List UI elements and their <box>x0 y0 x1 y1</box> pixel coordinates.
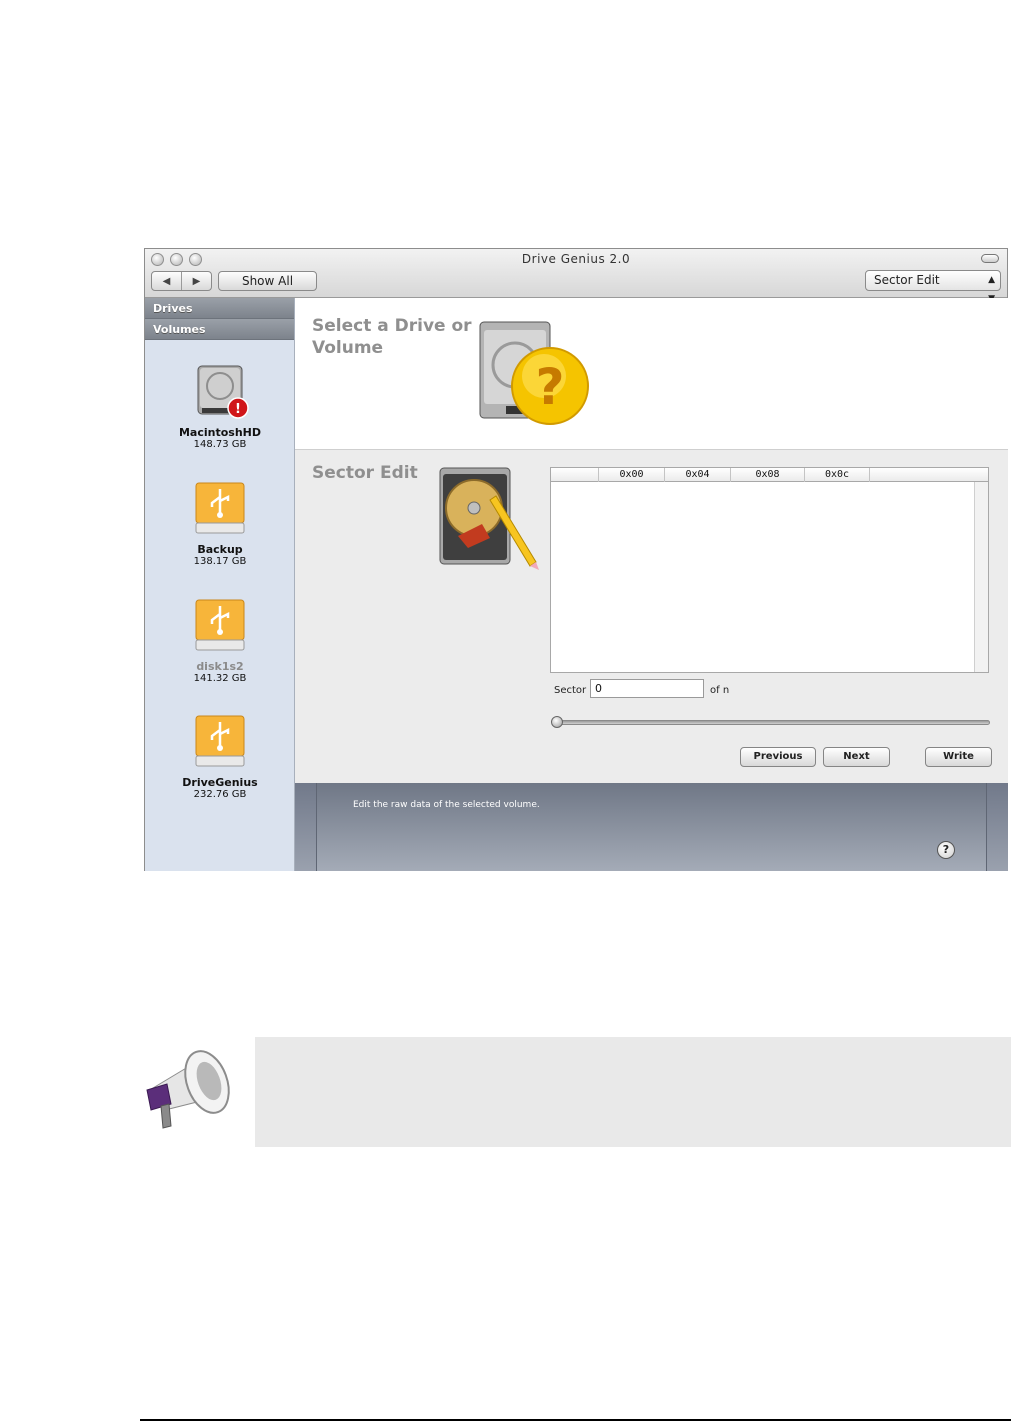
svg-text:?: ? <box>535 358 564 416</box>
hex-editor-table[interactable]: 0x00 0x04 0x08 0x0c <box>550 467 989 673</box>
volumes-heading[interactable]: Volumes <box>145 319 294 340</box>
mode-select-value: Sector Edit <box>874 273 940 287</box>
sector-number-input[interactable]: 0 <box>590 679 704 698</box>
sidebar: Drives Volumes ! MacintoshHD 148.73 GB B… <box>145 298 295 871</box>
hard-drive-pencil-icon <box>439 467 539 570</box>
toolbar-toggle-button[interactable] <box>981 254 999 263</box>
usb-drive-icon <box>195 715 245 767</box>
hex-column-header[interactable]: 0x0c <box>804 468 870 482</box>
hex-scrollbar[interactable] <box>974 482 988 672</box>
hex-header-row: 0x00 0x04 0x08 0x0c <box>551 468 988 482</box>
select-pane-title: Select a Drive or Volume <box>312 316 472 358</box>
back-button[interactable]: ◀ <box>152 272 182 290</box>
volume-size: 148.73 GB <box>193 439 247 450</box>
svg-text:!: ! <box>235 402 241 417</box>
show-all-button[interactable]: Show All <box>218 271 317 291</box>
help-button[interactable]: ? <box>937 841 955 859</box>
volume-name: DriveGenius <box>182 776 258 789</box>
volume-item-drivegenius[interactable]: DriveGenius 232.76 GB <box>145 712 295 800</box>
volume-size: 138.17 GB <box>193 556 247 567</box>
sector-edit-title: Sector Edit <box>312 463 418 483</box>
hard-drive-question-icon: ? <box>479 321 589 425</box>
hex-column-header[interactable]: 0x04 <box>664 468 730 482</box>
back-forward-control: ◀ ▶ <box>151 271 212 291</box>
volume-name: Backup <box>197 543 243 556</box>
usb-drive-icon <box>195 599 245 651</box>
hard-drive-warning-icon: ! <box>197 365 249 419</box>
select-drive-pane: Select a Drive or Volume ? <box>295 298 1008 450</box>
volume-item-backup[interactable]: Backup 138.17 GB <box>145 479 295 567</box>
drives-heading[interactable]: Drives <box>145 298 294 319</box>
main-content: Select a Drive or Volume ? Sector Edit 0… <box>295 298 1008 783</box>
hex-column-header[interactable]: 0x08 <box>730 468 804 482</box>
mode-select[interactable]: Sector Edit ▲▼ <box>865 270 1001 304</box>
note-box <box>255 1037 1011 1147</box>
write-button[interactable]: Write <box>925 747 992 767</box>
description-footer: Edit the raw data of the selected volume… <box>295 783 1008 871</box>
hex-column-header[interactable]: 0x00 <box>598 468 664 482</box>
sector-label: Sector <box>554 685 587 696</box>
previous-button[interactable]: Previous <box>740 747 816 767</box>
usb-drive-icon <box>195 482 245 534</box>
forward-button[interactable]: ▶ <box>182 272 211 290</box>
volume-item-disk1s2[interactable]: disk1s2 141.32 GB <box>145 596 295 684</box>
sector-total-label: of n <box>710 685 730 696</box>
app-window: Drive Genius 2.0 ◀ ▶ Show All Sector Edi… <box>144 248 1008 871</box>
volume-size: 141.32 GB <box>193 673 247 684</box>
footer-panel: Edit the raw data of the selected volume… <box>316 783 987 871</box>
sector-slider-knob[interactable] <box>551 716 563 728</box>
page-bottom-rule <box>140 1419 1011 1421</box>
title-bar: Drive Genius 2.0 ◀ ▶ Show All Sector Edi… <box>145 249 1007 304</box>
sector-slider[interactable] <box>554 720 990 725</box>
megaphone-icon <box>146 1050 230 1129</box>
volume-item-macintoshhd[interactable]: ! MacintoshHD 148.73 GB <box>145 362 295 450</box>
volume-name: disk1s2 <box>196 660 244 673</box>
footer-description: Edit the raw data of the selected volume… <box>353 800 540 810</box>
next-button[interactable]: Next <box>823 747 890 767</box>
window-title: Drive Genius 2.0 <box>521 252 631 266</box>
volume-name: MacintoshHD <box>178 426 262 439</box>
volume-size: 232.76 GB <box>193 789 247 800</box>
